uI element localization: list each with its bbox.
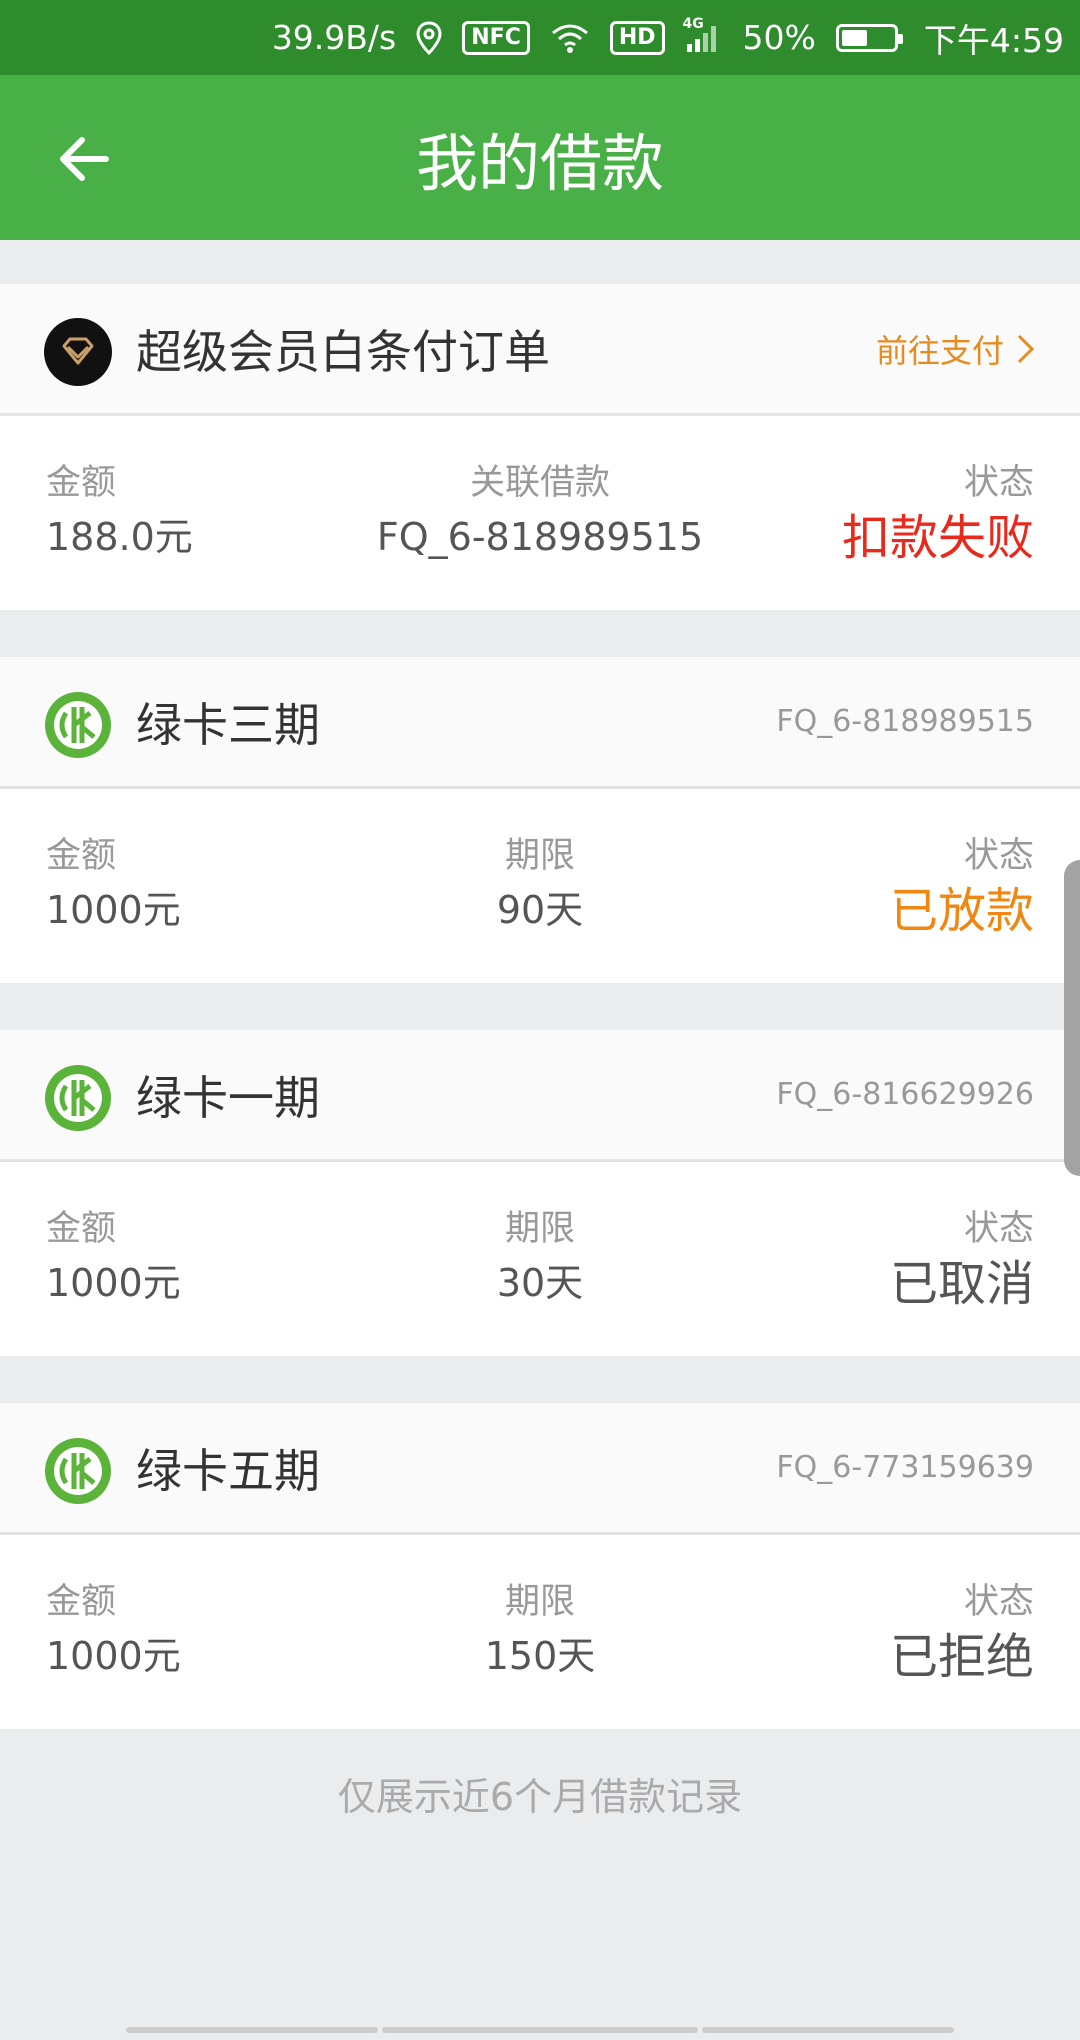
- signal-icon: 4G: [683, 16, 723, 54]
- status-label: 状态: [963, 463, 1034, 503]
- card-body: 金额 188.0元 关联借款 FQ_6-818989515 状态 扣款失败: [0, 416, 1080, 610]
- footer-note: 仅展示近6个月借款记录: [337, 1775, 743, 1819]
- network-speed: 39.9B/s: [271, 18, 397, 57]
- chevron-right-icon: [1017, 334, 1035, 363]
- loan-id: FQ_6-818989515: [776, 704, 1034, 739]
- status-label: 状态: [963, 1582, 1034, 1622]
- location-icon: [416, 20, 442, 55]
- status-column: 状态 已放款: [890, 833, 1034, 941]
- go-pay-label: 前往支付: [875, 331, 1004, 370]
- status-value: 扣款失败: [841, 510, 1034, 566]
- greencard-logo-icon: [45, 1065, 111, 1131]
- loan-card[interactable]: 绿卡一期 FQ_6-816629926 金额 1000元 期限 30天 状态 已…: [0, 1030, 1080, 1356]
- nav-indicator-center: [382, 2027, 698, 2033]
- arrow-left-icon: [60, 137, 109, 181]
- nav-indicator-left: [126, 2027, 378, 2033]
- nfc-icon: NFC: [462, 20, 530, 55]
- loan-card[interactable]: 绿卡五期 FQ_6-773159639 金额 1000元 期限 150天 状态 …: [0, 1403, 1080, 1729]
- status-bar: 39.9B/s NFC HD 4G 50% 下午4:59: [0, 0, 1080, 75]
- clock: 下午4:59: [923, 20, 1064, 60]
- card-body: 金额 1000元 期限 90天 状态 已放款: [0, 789, 1080, 983]
- card-title: 超级会员白条付订单: [136, 324, 550, 379]
- member-order-card: 超级会员白条付订单 前往支付 金额 188.0元 关联借款 FQ_6-81898…: [0, 284, 1080, 610]
- card-header: 绿卡三期 FQ_6-818989515: [0, 657, 1080, 789]
- scroll-handle[interactable]: [1064, 860, 1080, 1176]
- card-title: 绿卡一期: [136, 1070, 320, 1125]
- app-header: 我的借款: [0, 75, 1080, 240]
- page-title: 我的借款: [415, 126, 664, 200]
- status-label: 状态: [963, 836, 1034, 876]
- battery-icon: [835, 23, 903, 52]
- card-header: 超级会员白条付订单 前往支付: [0, 284, 1080, 416]
- battery-fill: [841, 29, 867, 46]
- status-label: 状态: [963, 1209, 1034, 1249]
- wifi-icon: [550, 22, 590, 54]
- nav-indicator-right: [702, 2027, 954, 2033]
- greencard-logo-icon: [45, 1438, 111, 1504]
- status-value: 已取消: [889, 1256, 1034, 1312]
- status-value: 已放款: [889, 883, 1034, 939]
- card-title: 绿卡三期: [136, 697, 320, 752]
- loan-card[interactable]: 绿卡三期 FQ_6-818989515 金额 1000元 期限 90天 状态 已…: [0, 657, 1080, 983]
- hd-icon: HD: [609, 20, 665, 55]
- network-type-label: 4G: [682, 15, 704, 32]
- diamond-icon: [44, 318, 112, 386]
- battery-percent: 50%: [742, 18, 816, 57]
- loan-id: FQ_6-816629926: [776, 1077, 1034, 1112]
- status-column: 状态 已取消: [890, 1206, 1034, 1314]
- greencard-logo-icon: [45, 692, 111, 758]
- status-value: 已拒绝: [889, 1629, 1034, 1685]
- card-header: 绿卡一期 FQ_6-816629926: [0, 1030, 1080, 1162]
- card-body: 金额 1000元 期限 150天 状态 已拒绝: [0, 1535, 1080, 1729]
- card-header: 绿卡五期 FQ_6-773159639: [0, 1403, 1080, 1535]
- status-column: 状态 扣款失败: [842, 460, 1034, 568]
- status-column: 状态 已拒绝: [890, 1579, 1034, 1687]
- card-title: 绿卡五期: [136, 1443, 320, 1498]
- go-pay-link[interactable]: 前往支付: [876, 326, 1038, 372]
- back-button[interactable]: [48, 123, 120, 195]
- card-body: 金额 1000元 期限 30天 状态 已取消: [0, 1162, 1080, 1356]
- loan-id: FQ_6-773159639: [776, 1450, 1034, 1485]
